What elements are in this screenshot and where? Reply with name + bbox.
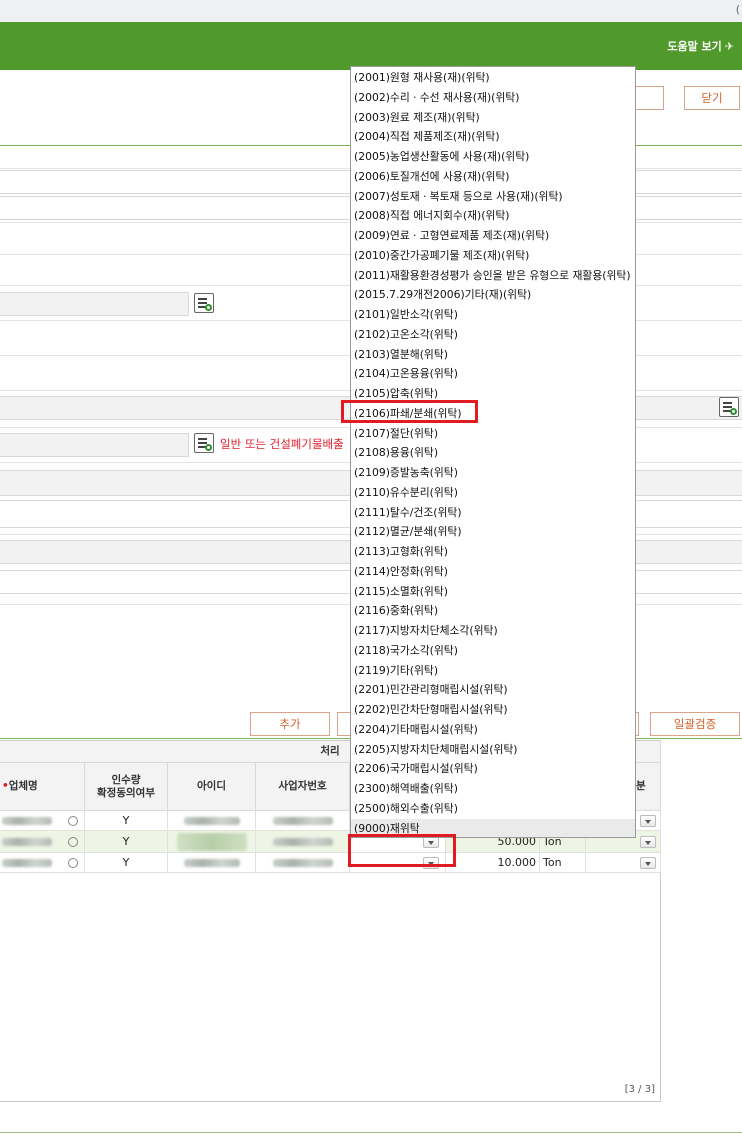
search-icon[interactable] bbox=[68, 836, 78, 847]
division-cell[interactable] bbox=[636, 811, 661, 831]
dropdown-option[interactable]: (2008)직접 에너지회수(재)(위탁) bbox=[354, 206, 510, 225]
bizno-cell bbox=[256, 853, 350, 873]
add-button[interactable]: 추가 bbox=[250, 712, 330, 736]
batch-verify-button[interactable]: 일괄검증 bbox=[650, 712, 740, 736]
close-button[interactable]: 닫기 bbox=[684, 86, 740, 110]
grid-header-bizno[interactable]: 사업자번호 bbox=[256, 763, 350, 811]
bizno-cell bbox=[256, 831, 350, 853]
dropdown-option[interactable]: (2002)수리ㆍ수선 재사용(재)(위탁) bbox=[354, 88, 519, 107]
company-cell[interactable] bbox=[0, 811, 85, 831]
dropdown-option[interactable]: (2011)재활용환경성평가 승인을 받은 유형으로 재활용(위탁) bbox=[354, 266, 631, 285]
highlight-box-select bbox=[348, 834, 456, 867]
consent-cell: Y bbox=[85, 831, 168, 853]
readonly-field[interactable] bbox=[0, 292, 189, 316]
footer-line bbox=[0, 1132, 742, 1133]
dropdown-option[interactable]: (2104)고온용융(위탁) bbox=[354, 364, 458, 383]
consent-cell: Y bbox=[85, 811, 168, 831]
redacted-text bbox=[2, 816, 52, 825]
grid-header-consent[interactable]: 인수량 확정동의여부 bbox=[85, 763, 168, 811]
redacted-text bbox=[272, 837, 333, 846]
dropdown-option[interactable]: (2108)용융(위탁) bbox=[354, 443, 438, 462]
dropdown-option[interactable]: (2005)농업생산활동에 사용(재)(위탁) bbox=[354, 147, 529, 166]
dropdown-option[interactable]: (2015.7.29개전2006)기타(재)(위탁) bbox=[354, 285, 531, 304]
dropdown-arrow-icon[interactable] bbox=[640, 856, 656, 869]
id-cell bbox=[168, 853, 256, 873]
dropdown-option[interactable]: (2111)탈수/건조(위탁) bbox=[354, 503, 462, 522]
dropdown-option[interactable]: (2006)토질개선에 사용(재)(위탁) bbox=[354, 167, 510, 186]
grid-header-company[interactable]: • 업체명 bbox=[0, 763, 85, 811]
dropdown-option[interactable]: (2101)일반소각(위탁) bbox=[354, 305, 458, 324]
window-title-bar: ( bbox=[0, 0, 742, 23]
redacted-text bbox=[272, 816, 333, 825]
highlight-box-option bbox=[341, 400, 478, 423]
help-link[interactable]: 도움말 보기 ✈ bbox=[667, 38, 734, 54]
company-cell[interactable] bbox=[0, 853, 85, 873]
unit-cell: Ton bbox=[540, 853, 586, 873]
grid-header-division[interactable]: 분 bbox=[636, 763, 661, 811]
bizno-cell bbox=[256, 811, 350, 831]
qty-cell: 10.000 bbox=[446, 853, 540, 873]
redacted-text bbox=[176, 832, 247, 851]
grid-header-id[interactable]: 아이디 bbox=[168, 763, 256, 811]
pin-icon: ✈ bbox=[724, 40, 734, 53]
app-header: 도움말 보기 ✈ bbox=[0, 22, 742, 70]
dropdown-option[interactable]: (2001)원형 재사용(재)(위탁) bbox=[354, 68, 490, 87]
id-cell bbox=[168, 831, 256, 853]
grid-pager: [3 / 3] bbox=[624, 1084, 655, 1095]
redacted-text bbox=[272, 858, 333, 867]
dropdown-option[interactable]: (2206)국가매립시설(위탁) bbox=[354, 759, 478, 778]
dropdown-option[interactable]: (2119)기타(위탁) bbox=[354, 661, 438, 680]
dropdown-arrow-icon[interactable] bbox=[640, 814, 656, 827]
dropdown-option[interactable]: (2107)절단(위탁) bbox=[354, 424, 438, 443]
dropdown-option[interactable]: (2118)국가소각(위탁) bbox=[354, 641, 458, 660]
dropdown-option[interactable]: (2204)기타매립시설(위탁) bbox=[354, 720, 478, 739]
search-lookup-icon[interactable] bbox=[194, 433, 214, 453]
dropdown-option[interactable]: (2010)중간가공폐기물 제조(재)(위탁) bbox=[354, 246, 529, 265]
dropdown-option[interactable]: (2007)성토재ㆍ복토재 등으로 사용(재)(위탁) bbox=[354, 187, 563, 206]
action-button-partial[interactable] bbox=[337, 712, 351, 736]
dropdown-option[interactable]: (2115)소멸화(위탁) bbox=[354, 582, 448, 601]
dropdown-option[interactable]: (2201)민간관리형매립시설(위탁) bbox=[354, 680, 508, 699]
dropdown-option[interactable]: (2004)직접 제품제조(재)(위탁) bbox=[354, 127, 500, 146]
id-cell bbox=[168, 811, 256, 831]
dropdown-option[interactable]: (2102)고온소각(위탁) bbox=[354, 325, 458, 344]
help-label: 도움말 보기 bbox=[667, 40, 722, 53]
search-lookup-icon[interactable] bbox=[194, 293, 214, 313]
dropdown-option[interactable]: (2003)원료 제조(재)(위탁) bbox=[354, 108, 480, 127]
dropdown-option[interactable]: (2009)연료ㆍ고형연료제품 제조(재)(위탁) bbox=[354, 226, 549, 245]
readonly-field[interactable] bbox=[0, 433, 189, 457]
dropdown-option[interactable]: (2500)해외수출(위탁) bbox=[354, 799, 458, 818]
dropdown-option[interactable]: (2109)증발농축(위탁) bbox=[354, 463, 458, 482]
notice-text: 일반 또는 건설폐기물배출 bbox=[220, 437, 344, 451]
dropdown-option[interactable]: (2117)지방자치단체소각(위탁) bbox=[354, 621, 498, 640]
search-lookup-icon[interactable] bbox=[719, 397, 739, 417]
dropdown-option[interactable]: (2202)민간차단형매립시설(위탁) bbox=[354, 700, 508, 719]
dropdown-option[interactable]: (2112)멸균/분쇄(위탁) bbox=[354, 522, 462, 541]
dropdown-option[interactable]: (2113)고형화(위탁) bbox=[354, 542, 448, 561]
redacted-text bbox=[2, 858, 52, 867]
dropdown-option[interactable]: (2114)안정화(위탁) bbox=[354, 562, 448, 581]
consent-cell: Y bbox=[85, 853, 168, 873]
search-icon[interactable] bbox=[68, 815, 78, 826]
redacted-text bbox=[2, 837, 52, 846]
processing-method-dropdown[interactable]: (2001)원형 재사용(재)(위탁) (2002)수리ㆍ수선 재사용(재)(위탁… bbox=[350, 66, 636, 838]
dropdown-option[interactable]: (2103)열분해(위탁) bbox=[354, 345, 448, 364]
dropdown-option[interactable]: (2116)중화(위탁) bbox=[354, 601, 438, 620]
dropdown-option[interactable]: (2300)해역배출(위탁) bbox=[354, 779, 458, 798]
dropdown-option[interactable]: (2205)지방자치단체매립시설(위탁) bbox=[354, 740, 518, 759]
dropdown-arrow-icon[interactable] bbox=[640, 835, 656, 848]
dropdown-option[interactable]: (2110)유수분리(위탁) bbox=[354, 483, 458, 502]
division-cell[interactable] bbox=[586, 853, 661, 873]
company-cell[interactable] bbox=[0, 831, 85, 853]
redacted-text bbox=[183, 858, 240, 867]
search-icon[interactable] bbox=[68, 857, 78, 868]
redacted-text bbox=[183, 816, 240, 825]
title-bar-fragment: ( bbox=[735, 3, 740, 16]
